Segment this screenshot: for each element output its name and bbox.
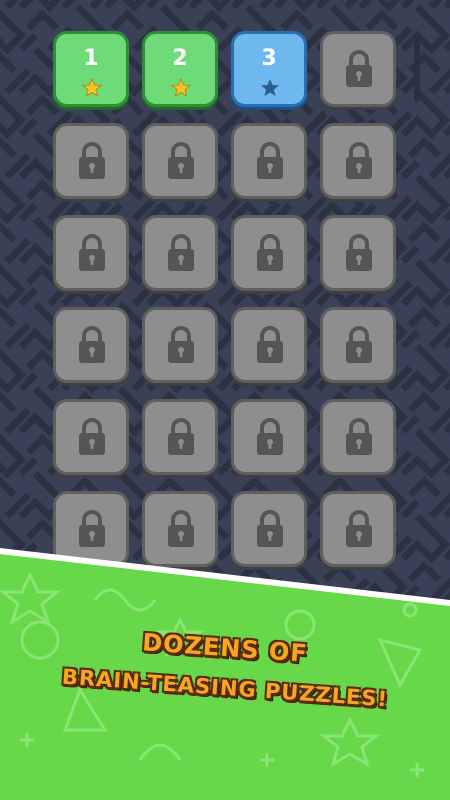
lock-icon bbox=[257, 418, 283, 455]
level-number: 1 bbox=[83, 46, 99, 71]
level-tile-locked[interactable] bbox=[320, 31, 396, 107]
lock-icon bbox=[79, 326, 105, 363]
level-number: 3 bbox=[261, 46, 277, 71]
level-tile-locked[interactable] bbox=[320, 307, 396, 383]
level-tile-locked[interactable] bbox=[53, 215, 129, 291]
level-number: 2 bbox=[172, 46, 188, 71]
star-icon bbox=[82, 78, 102, 97]
lock-icon bbox=[257, 510, 283, 547]
lock-icon bbox=[168, 234, 194, 271]
lock-icon bbox=[79, 142, 105, 179]
level-tile-locked[interactable] bbox=[231, 491, 307, 567]
lock-icon bbox=[346, 50, 372, 87]
level-tile-locked[interactable] bbox=[53, 307, 129, 383]
lock-icon bbox=[168, 418, 194, 455]
level-tile-locked[interactable] bbox=[320, 399, 396, 475]
level-tile-3[interactable]: 3 bbox=[231, 31, 307, 107]
star-icon bbox=[261, 79, 279, 96]
level-tile-locked[interactable] bbox=[231, 215, 307, 291]
lock-icon bbox=[346, 418, 372, 455]
level-tile-2[interactable]: 2 bbox=[142, 31, 218, 107]
level-tile-locked[interactable] bbox=[142, 307, 218, 383]
level-tile-locked[interactable] bbox=[142, 399, 218, 475]
level-tile-locked[interactable] bbox=[231, 399, 307, 475]
scrollbar[interactable] bbox=[414, 32, 420, 102]
lock-icon bbox=[346, 326, 372, 363]
star-icon bbox=[171, 78, 191, 97]
level-tile-locked[interactable] bbox=[320, 215, 396, 291]
level-tile-locked[interactable] bbox=[142, 491, 218, 567]
level-tile-locked[interactable] bbox=[320, 123, 396, 199]
lock-icon bbox=[79, 418, 105, 455]
lock-icon bbox=[168, 142, 194, 179]
lock-icon bbox=[257, 234, 283, 271]
level-tile-locked[interactable] bbox=[53, 491, 129, 567]
lock-icon bbox=[79, 234, 105, 271]
lock-icon bbox=[346, 234, 372, 271]
lock-icon bbox=[346, 142, 372, 179]
lock-icon bbox=[79, 510, 105, 547]
lock-icon bbox=[168, 326, 194, 363]
level-tile-locked[interactable] bbox=[142, 215, 218, 291]
level-tile-locked[interactable] bbox=[53, 123, 129, 199]
level-tile-locked[interactable] bbox=[142, 123, 218, 199]
lock-icon bbox=[168, 510, 194, 547]
level-tile-locked[interactable] bbox=[53, 399, 129, 475]
level-tile-locked[interactable] bbox=[231, 123, 307, 199]
level-tile-locked[interactable] bbox=[231, 307, 307, 383]
level-tile-locked[interactable] bbox=[320, 491, 396, 567]
lock-icon bbox=[346, 510, 372, 547]
level-tile-1[interactable]: 1 bbox=[53, 31, 129, 107]
lock-icon bbox=[257, 326, 283, 363]
lock-icon bbox=[257, 142, 283, 179]
